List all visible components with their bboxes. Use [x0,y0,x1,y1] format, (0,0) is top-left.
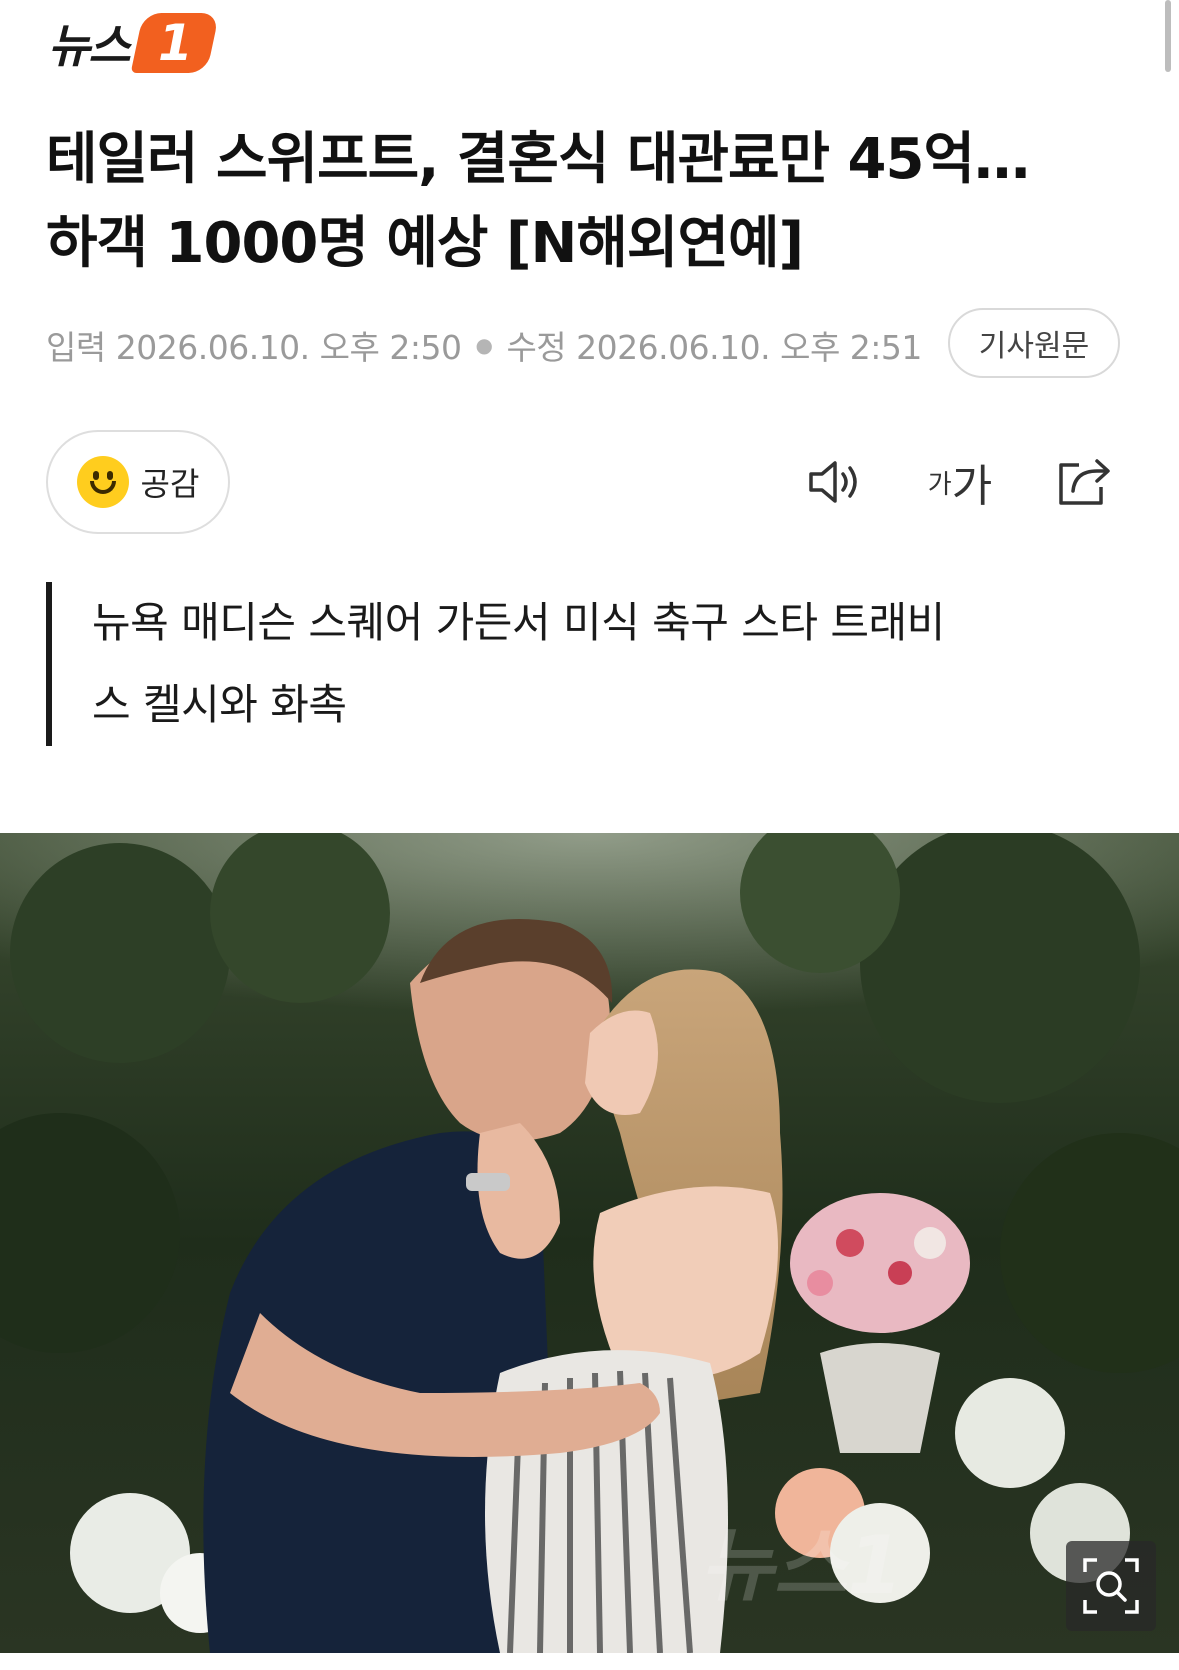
headline-line-2: 하객 1000명 예상 [N해외연예] [46,211,804,276]
article-headline: 테일러 스위프트, 결혼식 대관료만 45억… 하객 1000명 예상 [N해외… [46,118,1136,286]
article-photo[interactable]: 뉴스1 [0,833,1179,1653]
source-article-button[interactable]: 기사원문 [948,308,1120,378]
headline-line-1: 테일러 스위프트, 결혼식 대관료만 45억… [46,127,1030,192]
meta-separator: ● [475,333,493,357]
font-size-small-glyph: 가 [927,469,952,500]
zoom-icon [1083,1558,1139,1614]
logo-text: 뉴스 [48,19,131,73]
empathy-label: 공감 [140,465,200,503]
zoom-button[interactable] [1066,1541,1156,1631]
published-label: 입력 [46,328,106,367]
updated-time: 2026.06.10. 오후 2:51 [576,328,922,367]
svg-text:뉴스1: 뉴스1 [700,1519,903,1612]
empathy-button[interactable]: 공감 [46,430,230,534]
summary-line-1: 뉴욕 매디슨 스퀘어 가든서 미식 축구 스타 트래비 [92,598,945,647]
news1-logo[interactable]: 뉴스 1 [48,10,220,76]
font-size-large-glyph: 가 [951,461,993,512]
published-time: 2026.06.10. 오후 2:50 [115,328,462,367]
updated-label: 수정 [506,328,567,367]
smiley-icon [76,456,129,508]
scrollbar[interactable] [1165,0,1171,72]
article-summary: 뉴욕 매디슨 스퀘어 가든서 미식 축구 스타 트래비 스 켈시와 화촉 [46,582,1146,746]
speaker-icon[interactable] [800,450,870,514]
share-icon[interactable] [1050,450,1120,514]
article-meta: 입력 2026.06.10. 오후 2:50 ● 수정 2026.06.10. … [46,310,922,380]
font-size-button[interactable]: 가가 [920,450,1000,514]
summary-line-2: 스 켈시와 화촉 [92,680,347,729]
logo-badge: 1 [130,13,220,73]
